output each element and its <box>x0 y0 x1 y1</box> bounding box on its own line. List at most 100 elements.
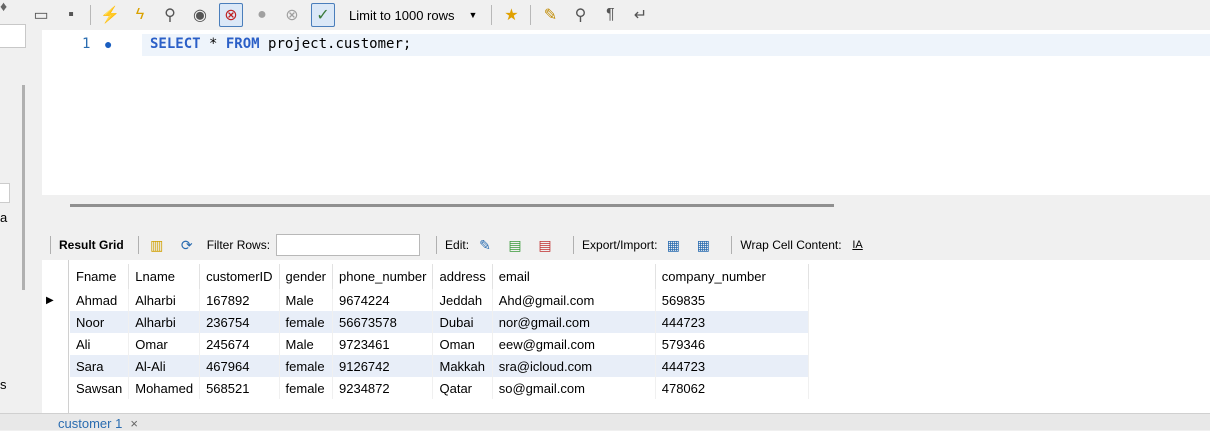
table-cell[interactable]: Alharbi <box>128 289 201 311</box>
table-cell[interactable]: sra@icloud.com <box>492 355 656 377</box>
toolbar-separator <box>137 236 139 254</box>
table-cell[interactable]: 9234872 <box>332 377 434 399</box>
keyword-from: FROM <box>225 36 260 52</box>
refresh-icon[interactable]: ⟳ <box>177 235 197 255</box>
left-panel: ♦ a s <box>0 0 30 429</box>
table-cell[interactable]: 9674224 <box>332 289 434 311</box>
toolbar-separator <box>90 5 91 25</box>
table-row[interactable]: Sawsan Mohamed 568521 female 9234872 Qat… <box>70 377 809 399</box>
code-star: * <box>200 36 226 52</box>
table-cell[interactable]: Dubai <box>432 311 493 333</box>
table-cell[interactable]: Male <box>279 289 334 311</box>
table-cell[interactable]: 444723 <box>655 355 809 377</box>
table-header-row: Fname Lname customerID gender phone_numb… <box>70 264 809 289</box>
table-cell[interactable]: Noor <box>70 311 130 333</box>
find-magnifier-icon[interactable]: ⚲ <box>569 4 591 26</box>
limit-rows-select[interactable]: Limit to 1000 rows ▼ <box>343 4 483 26</box>
schema-filter-input[interactable] <box>0 24 26 48</box>
table-row[interactable]: Sara Al-Ali 467964 female 9126742 Makkah… <box>70 355 809 377</box>
column-header[interactable]: gender <box>279 264 334 289</box>
autocommit-icon[interactable]: ✓ <box>311 3 335 27</box>
sql-editor-toolbar: ▭ ▪ ⚡ ϟ ⚲ ◉ ⊗ ● ⊗ ✓ Limit to 1000 rows ▼… <box>30 0 1210 30</box>
filter-rows-label: Filter Rows: <box>206 238 271 252</box>
table-row[interactable]: Ahmad Alharbi 167892 Male 9674224 Jeddah… <box>70 289 809 311</box>
schema-icon[interactable]: ♦ <box>0 0 7 14</box>
beautify-brush-icon[interactable]: ✎ <box>539 4 561 26</box>
editor-splitter[interactable] <box>42 195 1210 225</box>
left-panel-text-a: a <box>0 210 8 225</box>
grid-view-icon[interactable]: ▥ <box>147 235 167 255</box>
table-cell[interactable]: so@gmail.com <box>492 377 656 399</box>
table-cell[interactable]: Jeddah <box>432 289 493 311</box>
toolbar-separator <box>436 236 438 254</box>
chevron-down-icon: ▼ <box>468 10 478 20</box>
insert-row-icon[interactable]: ▤ <box>505 235 525 255</box>
column-header[interactable]: email <box>492 264 656 289</box>
table-cell[interactable]: 478062 <box>655 377 809 399</box>
sql-code-line[interactable]: SELECT * FROM project.customer; <box>150 36 411 52</box>
table-cell[interactable]: nor@gmail.com <box>492 311 656 333</box>
table-cell[interactable]: Male <box>279 333 334 355</box>
delete-row-icon[interactable]: ▤ <box>535 235 555 255</box>
toggle-stop-on-error-icon[interactable]: ⊗ <box>219 3 243 27</box>
column-header[interactable]: company_number <box>655 264 809 289</box>
table-cell[interactable]: Ahmad <box>70 289 130 311</box>
table-cell[interactable]: 467964 <box>199 355 280 377</box>
table-row[interactable]: Ali Omar 245674 Male 9723461 Oman eew@gm… <box>70 333 809 355</box>
save-icon[interactable]: ▪ <box>60 4 82 26</box>
keyword-select: SELECT <box>150 36 201 52</box>
bookmark-star-icon[interactable]: ★ <box>500 4 522 26</box>
open-folder-icon[interactable]: ▭ <box>30 4 52 26</box>
column-header[interactable]: phone_number <box>332 264 434 289</box>
invisible-chars-icon[interactable]: ¶ <box>599 4 621 26</box>
result-grid-tab[interactable]: Result Grid <box>59 238 124 252</box>
table-cell[interactable]: female <box>279 311 334 333</box>
stop-icon[interactable]: ◉ <box>189 4 211 26</box>
table-cell[interactable]: Omar <box>128 333 201 355</box>
left-scrollbar[interactable] <box>22 85 25 290</box>
horizontal-scrollbar[interactable] <box>70 204 834 207</box>
table-cell[interactable]: Al-Ali <box>128 355 201 377</box>
table-cell[interactable]: Sara <box>70 355 130 377</box>
column-header[interactable]: address <box>432 264 493 289</box>
table-cell[interactable]: 236754 <box>199 311 280 333</box>
table-cell[interactable]: 9126742 <box>332 355 434 377</box>
table-cell[interactable]: Alharbi <box>128 311 201 333</box>
table-row[interactable]: Noor Alharbi 236754 female 56673578 Duba… <box>70 311 809 333</box>
wrap-cell-icon[interactable]: IA <box>848 235 868 255</box>
table-cell[interactable]: Ahd@gmail.com <box>492 289 656 311</box>
execute-lightning-icon[interactable]: ⚡ <box>99 4 121 26</box>
execute-current-icon[interactable]: ϟ <box>129 4 151 26</box>
column-header[interactable]: customerID <box>199 264 280 289</box>
result-grid[interactable]: ▶ Fname Lname customerID gender phone_nu… <box>42 260 1210 413</box>
table-cell[interactable]: 569835 <box>655 289 809 311</box>
commit-icon[interactable]: ● <box>251 4 273 26</box>
table-cell[interactable]: female <box>279 355 334 377</box>
edit-pencil-icon[interactable]: ✎ <box>475 235 495 255</box>
table-cell[interactable]: Ali <box>70 333 130 355</box>
table-cell[interactable]: 9723461 <box>332 333 434 355</box>
table-cell[interactable]: 56673578 <box>332 311 434 333</box>
wrap-lines-icon[interactable]: ↵ <box>629 4 651 26</box>
explain-magnifier-icon[interactable]: ⚲ <box>159 4 181 26</box>
export-icon[interactable]: ▦ <box>663 235 683 255</box>
import-icon[interactable]: ▦ <box>693 235 713 255</box>
column-header[interactable]: Fname <box>70 264 130 289</box>
table-cell[interactable]: 568521 <box>199 377 280 399</box>
toolbar-separator <box>491 5 493 25</box>
table-cell[interactable]: female <box>279 377 334 399</box>
sql-editor[interactable]: 1 ● SELECT * FROM project.customer; <box>42 30 1210 195</box>
table-cell[interactable]: Sawsan <box>70 377 130 399</box>
table-cell[interactable]: 579346 <box>655 333 809 355</box>
table-cell[interactable]: 167892 <box>199 289 280 311</box>
table-cell[interactable]: Makkah <box>432 355 493 377</box>
column-header[interactable]: Lname <box>128 264 201 289</box>
filter-rows-input[interactable] <box>276 234 421 256</box>
table-cell[interactable]: 245674 <box>199 333 280 355</box>
table-cell[interactable]: Oman <box>432 333 493 355</box>
table-cell[interactable]: eew@gmail.com <box>492 333 656 355</box>
rollback-icon[interactable]: ⊗ <box>281 4 303 26</box>
table-cell[interactable]: 444723 <box>655 311 809 333</box>
table-cell[interactable]: Qatar <box>432 377 493 399</box>
table-cell[interactable]: Mohamed <box>128 377 201 399</box>
